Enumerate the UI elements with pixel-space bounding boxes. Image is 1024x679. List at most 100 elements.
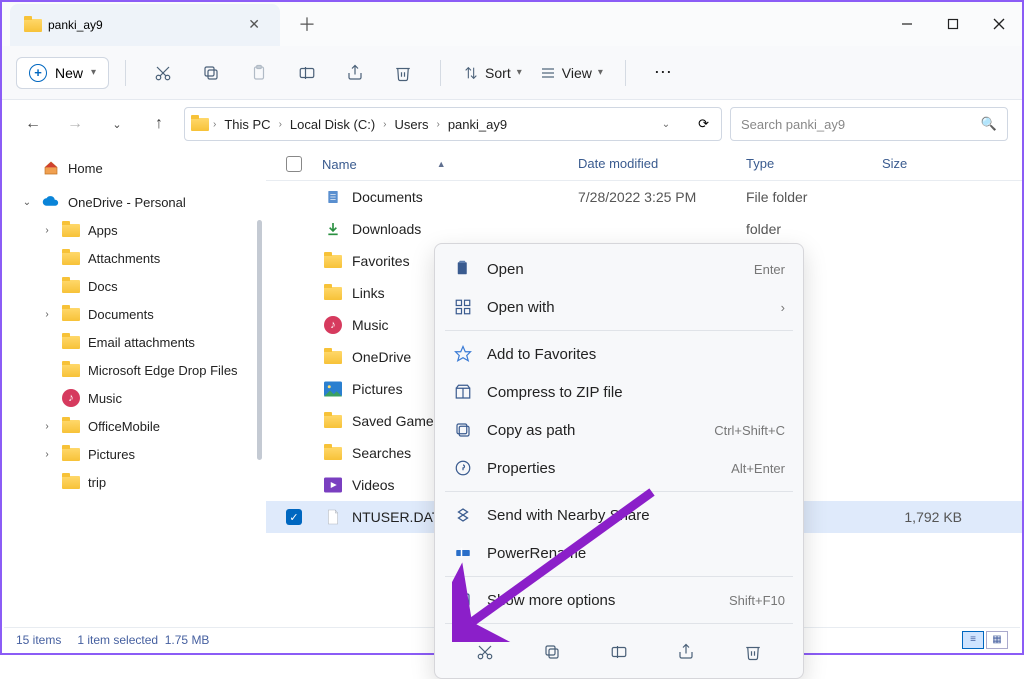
sidebar: Home ⌄OneDrive - Personal›AppsAttachments… <box>2 148 266 633</box>
up-icon[interactable]: ↑ <box>142 107 176 141</box>
sidebar-item[interactable]: trip <box>2 468 266 496</box>
sidebar-item[interactable]: Microsoft Edge Drop Files <box>2 356 266 384</box>
col-type[interactable]: Type <box>746 156 882 172</box>
ctx-open[interactable]: Open Enter <box>435 250 803 288</box>
ctx-properties[interactable]: Properties Alt+Enter <box>435 449 803 487</box>
close-tab-icon[interactable]: ✕ <box>242 14 266 35</box>
back-icon[interactable]: ← <box>16 107 50 141</box>
sidebar-label: Docs <box>88 279 118 294</box>
details-view-icon[interactable]: ≡ <box>962 631 984 649</box>
powerrename-icon <box>453 543 473 563</box>
copy-icon[interactable] <box>531 636 573 668</box>
share-icon[interactable] <box>334 55 376 91</box>
row-checkbox[interactable] <box>286 285 302 301</box>
folder-icon <box>322 411 344 431</box>
rename-icon[interactable] <box>598 636 640 668</box>
sort-asc-icon: ▲ <box>437 159 446 169</box>
ctx-add-favorites[interactable]: Add to Favorites <box>435 335 803 373</box>
row-checkbox[interactable]: ✓ <box>286 509 302 525</box>
tiles-view-icon[interactable]: ▦ <box>986 631 1008 649</box>
new-tab-button[interactable]: ＋ <box>298 11 316 37</box>
ctx-copy-path[interactable]: Copy as path Ctrl+Shift+C <box>435 411 803 449</box>
tab[interactable]: panki_ay9 ✕ <box>10 4 280 46</box>
sidebar-item[interactable]: ♪Music <box>2 384 266 412</box>
row-checkbox[interactable] <box>286 221 302 237</box>
toolbar: + New ▾ Sort ▾ View ▾ ⋯ <box>2 46 1022 100</box>
file-row[interactable]: Documents7/28/2022 3:25 PMFile folder <box>266 181 1022 213</box>
row-checkbox[interactable] <box>286 349 302 365</box>
file-icon <box>322 507 344 527</box>
properties-icon <box>453 458 473 478</box>
rename-icon[interactable] <box>286 55 328 91</box>
doc-icon <box>322 187 344 207</box>
breadcrumb[interactable]: panki_ay9 <box>444 115 511 134</box>
recent-chevron-icon[interactable]: ⌄ <box>100 107 134 141</box>
row-checkbox[interactable] <box>286 317 302 333</box>
file-size: 1,792 KB <box>882 509 962 525</box>
breadcrumb[interactable]: This PC <box>220 115 274 134</box>
close-icon[interactable] <box>976 2 1022 46</box>
refresh-icon[interactable]: ⟳ <box>692 116 715 132</box>
folder-icon <box>62 474 80 490</box>
sidebar-item[interactable]: Attachments <box>2 244 266 272</box>
select-all-checkbox[interactable] <box>286 156 302 172</box>
file-row[interactable]: Downloadsfolder <box>266 213 1022 245</box>
cut-icon[interactable] <box>142 55 184 91</box>
row-checkbox[interactable] <box>286 413 302 429</box>
more-icon[interactable]: ⋯ <box>642 55 684 91</box>
col-date[interactable]: Date modified <box>578 156 746 172</box>
row-checkbox[interactable] <box>286 189 302 205</box>
chevron-icon: › <box>40 449 54 460</box>
ctx-powerrename[interactable]: PowerRename <box>435 534 803 572</box>
forward-icon[interactable]: → <box>58 107 92 141</box>
file-name: Downloads <box>352 221 578 237</box>
music-icon: ♪ <box>62 390 80 406</box>
copy-icon[interactable] <box>190 55 232 91</box>
cloud-icon <box>42 194 60 210</box>
row-checkbox[interactable] <box>286 477 302 493</box>
nearby-share-icon <box>453 505 473 525</box>
sidebar-item[interactable]: ›Pictures <box>2 440 266 468</box>
breadcrumb[interactable]: Local Disk (C:) <box>286 115 379 134</box>
sidebar-item[interactable]: ⌄OneDrive - Personal <box>2 188 266 216</box>
cut-icon[interactable] <box>464 636 506 668</box>
search-input[interactable]: Search panki_ay9 🔍 <box>730 107 1008 141</box>
col-name[interactable]: Name▲ <box>322 156 578 172</box>
chevron-down-icon: ▾ <box>517 67 522 78</box>
maximize-icon[interactable] <box>930 2 976 46</box>
minimize-icon[interactable] <box>884 2 930 46</box>
sidebar-item[interactable]: Home <box>2 154 266 182</box>
file-date: 7/28/2022 3:25 PM <box>578 189 746 205</box>
sidebar-item[interactable]: Email attachments <box>2 328 266 356</box>
folder-icon <box>62 222 80 238</box>
col-size[interactable]: Size <box>882 156 907 172</box>
pic-icon <box>322 379 344 399</box>
ctx-open-with[interactable]: Open with › <box>435 288 803 326</box>
chevron-down-icon: ▾ <box>598 67 603 78</box>
sidebar-item[interactable]: Docs <box>2 272 266 300</box>
share-icon[interactable] <box>665 636 707 668</box>
address-bar[interactable]: › This PC › Local Disk (C:) › Users › pa… <box>184 107 722 141</box>
paste-icon[interactable] <box>238 55 280 91</box>
sidebar-label: Home <box>68 161 103 176</box>
row-checkbox[interactable] <box>286 381 302 397</box>
sidebar-item[interactable]: ›OfficeMobile <box>2 412 266 440</box>
sort-button[interactable]: Sort ▾ <box>457 65 528 81</box>
delete-icon[interactable] <box>382 55 424 91</box>
ctx-nearby-share[interactable]: Send with Nearby Share <box>435 496 803 534</box>
breadcrumb[interactable]: Users <box>391 115 433 134</box>
open-with-icon <box>453 297 473 317</box>
new-button[interactable]: + New ▾ <box>16 57 109 89</box>
ctx-compress-zip[interactable]: Compress to ZIP file <box>435 373 803 411</box>
ctx-show-more[interactable]: Show more options Shift+F10 <box>435 581 803 619</box>
copy-path-icon <box>453 420 473 440</box>
row-checkbox[interactable] <box>286 445 302 461</box>
view-button[interactable]: View ▾ <box>534 65 609 81</box>
delete-icon[interactable] <box>732 636 774 668</box>
sidebar-item[interactable]: ›Documents <box>2 300 266 328</box>
chevron-down-icon[interactable]: ⌄ <box>662 119 670 130</box>
row-checkbox[interactable] <box>286 253 302 269</box>
vid-icon <box>322 475 344 495</box>
sidebar-item[interactable]: ›Apps <box>2 216 266 244</box>
folder-icon <box>191 118 209 131</box>
